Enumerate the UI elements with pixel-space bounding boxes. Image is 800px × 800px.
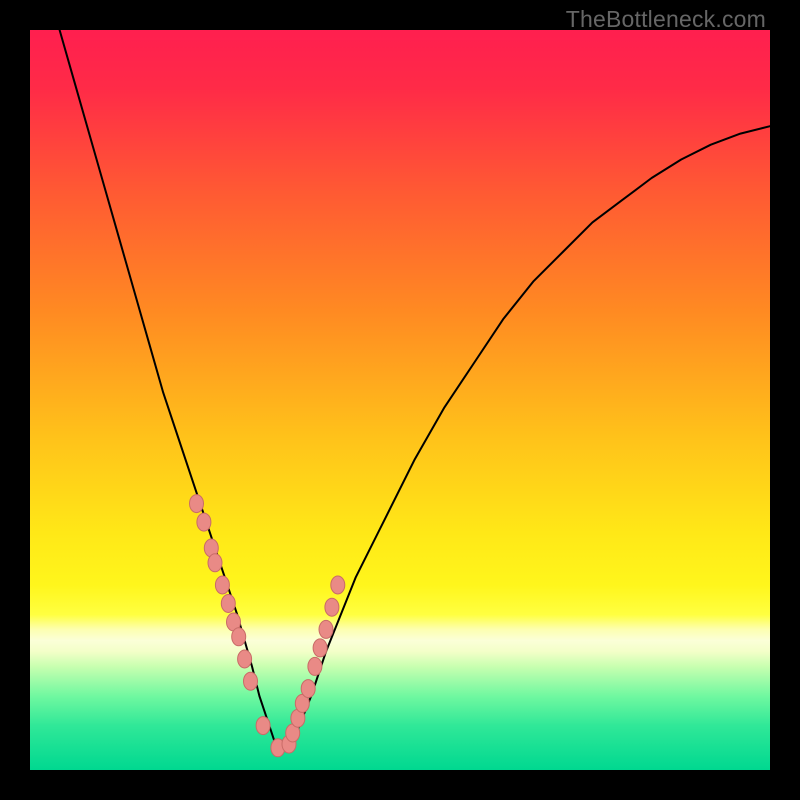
watermark-text: TheBottleneck.com [566,6,766,33]
chart-frame: TheBottleneck.com [0,0,800,800]
curve-path [60,30,770,748]
data-point [308,657,322,675]
data-point [244,672,258,690]
data-point [325,598,339,616]
data-point [190,495,204,513]
data-point [313,639,327,657]
data-point [319,620,333,638]
data-point [208,554,222,572]
plot-area [30,30,770,770]
bottleneck-curve [30,30,770,770]
data-point [256,717,270,735]
data-point [301,680,315,698]
data-point [238,650,252,668]
data-point [215,576,229,594]
data-point [197,513,211,531]
data-point [221,595,235,613]
data-point [331,576,345,594]
data-point [232,628,246,646]
